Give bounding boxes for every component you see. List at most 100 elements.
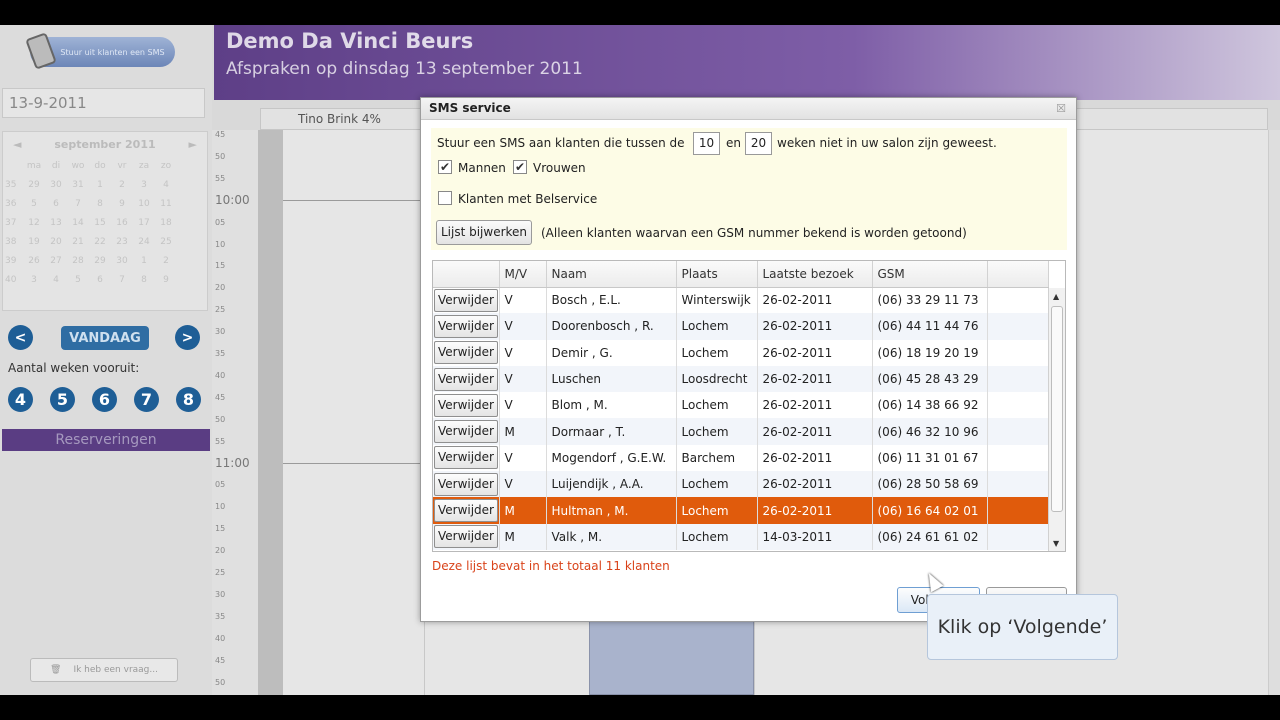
- customer-row[interactable]: Verwijder V Demir , G. Lochem 26-02-2011 (06)…: [433, 339, 1049, 366]
- remove-button[interactable]: Verwijder: [434, 341, 498, 365]
- customer-row[interactable]: Verwijder M Valk , M. Lochem 14-03-2011 (06) …: [433, 523, 1049, 550]
- page-title: Demo Da Vinci Beurs: [226, 29, 474, 53]
- customer-row[interactable]: Verwijder V Luijendijk , A.A. Lochem 26-02-2…: [433, 471, 1049, 498]
- customer-row[interactable]: Verwijder V Luschen Loosdrecht 26-02-2011 (06…: [433, 365, 1049, 393]
- gsm-cell: (06) 14 38 66 92: [872, 392, 988, 419]
- weeks-ahead-button-8[interactable]: 8: [176, 387, 201, 412]
- scroll-up-icon[interactable]: ▲: [1053, 292, 1059, 301]
- calendar-day[interactable]: 20: [45, 232, 67, 251]
- calendar-day[interactable]: 30: [111, 251, 133, 270]
- empty-cell: [987, 418, 1049, 445]
- question-button[interactable]: 🗑 Ik heb een vraag...: [30, 658, 178, 682]
- scroll-down-icon[interactable]: ▼: [1053, 539, 1059, 548]
- calendar-day[interactable]: 16: [111, 213, 133, 232]
- gender-cell: V: [499, 444, 547, 472]
- gsm-cell: (06) 18 19 20 19: [872, 339, 988, 366]
- calendar-day[interactable]: 19: [23, 232, 45, 251]
- calendar-prev-month-icon[interactable]: ◄: [13, 138, 21, 151]
- today-button[interactable]: VANDAAG: [61, 326, 149, 350]
- customer-row[interactable]: Verwijder V Doorenbosch , R. Lochem 26-02-20…: [433, 313, 1049, 340]
- calendar-day[interactable]: 3: [133, 175, 155, 194]
- next-day-button[interactable]: >: [175, 325, 200, 350]
- customer-row[interactable]: Verwijder V Mogendorf , G.E.W. Barchem 26-02…: [433, 444, 1049, 472]
- calendar-day[interactable]: 4: [155, 175, 177, 194]
- calendar-day[interactable]: 27: [45, 251, 67, 270]
- calendar-day[interactable]: 9: [111, 194, 133, 213]
- calendar-day[interactable]: 5: [23, 194, 45, 213]
- weeks-ahead-button-6[interactable]: 6: [92, 387, 117, 412]
- calendar-day[interactable]: 29: [23, 175, 45, 194]
- calendar-day[interactable]: 14: [67, 213, 89, 232]
- customer-row[interactable]: Verwijder V Blom , M. Lochem 26-02-2011 (06) …: [433, 392, 1049, 419]
- calendar-day[interactable]: 7: [67, 194, 89, 213]
- calendar-day[interactable]: 29: [89, 251, 111, 270]
- calendar-day[interactable]: 2: [155, 251, 177, 270]
- column-header[interactable]: [433, 261, 500, 288]
- calendar-day[interactable]: 12: [23, 213, 45, 232]
- calendar-day[interactable]: 30: [45, 175, 67, 194]
- calendar-day[interactable]: 15: [89, 213, 111, 232]
- column-header[interactable]: Laatste bezoek: [757, 261, 873, 288]
- weeks-from-input[interactable]: 10: [693, 132, 720, 155]
- remove-button[interactable]: Verwijder: [434, 525, 498, 549]
- calendar-day[interactable]: 1: [133, 251, 155, 270]
- weeks-ahead-button-5[interactable]: 5: [50, 387, 75, 412]
- weeks-to-input[interactable]: 20: [745, 132, 772, 155]
- calendar-day[interactable]: 13: [45, 213, 67, 232]
- remove-button[interactable]: Verwijder: [434, 288, 498, 312]
- appointment-block[interactable]: [589, 620, 754, 695]
- calendar-day[interactable]: 6: [89, 270, 111, 289]
- calendar-day[interactable]: 21: [67, 232, 89, 251]
- customer-row[interactable]: Verwijder M Dormaar , T. Lochem 26-02-2011 (0…: [433, 418, 1049, 445]
- belservice-checkbox[interactable]: [438, 191, 452, 205]
- remove-button[interactable]: Verwijder: [434, 367, 498, 391]
- calendar-day[interactable]: 23: [111, 232, 133, 251]
- remove-button[interactable]: Verwijder: [434, 393, 498, 417]
- remove-button[interactable]: Verwijder: [434, 499, 498, 523]
- column-header[interactable]: Plaats: [676, 261, 758, 288]
- men-checkbox[interactable]: ✔: [438, 160, 452, 174]
- calendar-day[interactable]: 26: [23, 251, 45, 270]
- column-header[interactable]: GSM: [872, 261, 988, 288]
- calendar-day[interactable]: 8: [133, 270, 155, 289]
- date-input[interactable]: 13-9-2011: [2, 88, 205, 118]
- grid-scrollbar[interactable]: ▲ ▼: [1048, 288, 1065, 551]
- calendar-day[interactable]: 22: [89, 232, 111, 251]
- calendar-next-month-icon[interactable]: ►: [189, 138, 197, 151]
- calendar-day[interactable]: 2: [111, 175, 133, 194]
- remove-button[interactable]: Verwijder: [434, 446, 498, 470]
- customer-row[interactable]: Verwijder V Bosch , E.L. Winterswijk 26-02-2…: [433, 287, 1049, 314]
- calendar-day[interactable]: 17: [133, 213, 155, 232]
- remove-button[interactable]: Verwijder: [434, 314, 498, 338]
- previous-day-button[interactable]: <: [8, 325, 33, 350]
- calendar-scrollbar[interactable]: [1268, 130, 1280, 695]
- calendar-day[interactable]: 6: [45, 194, 67, 213]
- calendar-day[interactable]: 10: [133, 194, 155, 213]
- calendar-day[interactable]: 5: [67, 270, 89, 289]
- calendar-day[interactable]: 28: [67, 251, 89, 270]
- calendar-day[interactable]: 9: [155, 270, 177, 289]
- calendar-day[interactable]: 3: [23, 270, 45, 289]
- column-header[interactable]: M/V: [499, 261, 547, 288]
- calendar-day[interactable]: 24: [133, 232, 155, 251]
- refresh-list-button[interactable]: Lijst bijwerken: [436, 220, 532, 245]
- women-checkbox[interactable]: ✔: [513, 160, 527, 174]
- calendar-day[interactable]: 4: [45, 270, 67, 289]
- column-header[interactable]: [987, 261, 1049, 288]
- weeks-ahead-button-4[interactable]: 4: [8, 387, 33, 412]
- weeks-ahead-button-7[interactable]: 7: [134, 387, 159, 412]
- scroll-thumb[interactable]: [1051, 306, 1063, 512]
- column-header[interactable]: Naam: [546, 261, 677, 288]
- close-icon[interactable]: ☒: [1056, 102, 1066, 115]
- calendar-day[interactable]: 8: [89, 194, 111, 213]
- reservations-bar[interactable]: Reserveringen: [2, 429, 210, 451]
- remove-button[interactable]: Verwijder: [434, 420, 498, 444]
- calendar-day[interactable]: 31: [67, 175, 89, 194]
- customer-row[interactable]: Verwijder M Hultman , M. Lochem 26-02-2011 (0…: [433, 497, 1049, 524]
- calendar-day[interactable]: 7: [111, 270, 133, 289]
- calendar-day[interactable]: 1: [89, 175, 111, 194]
- remove-button[interactable]: Verwijder: [434, 472, 498, 496]
- calendar-day[interactable]: 25: [155, 232, 177, 251]
- calendar-day[interactable]: 18: [155, 213, 177, 232]
- calendar-day[interactable]: 11: [155, 194, 177, 213]
